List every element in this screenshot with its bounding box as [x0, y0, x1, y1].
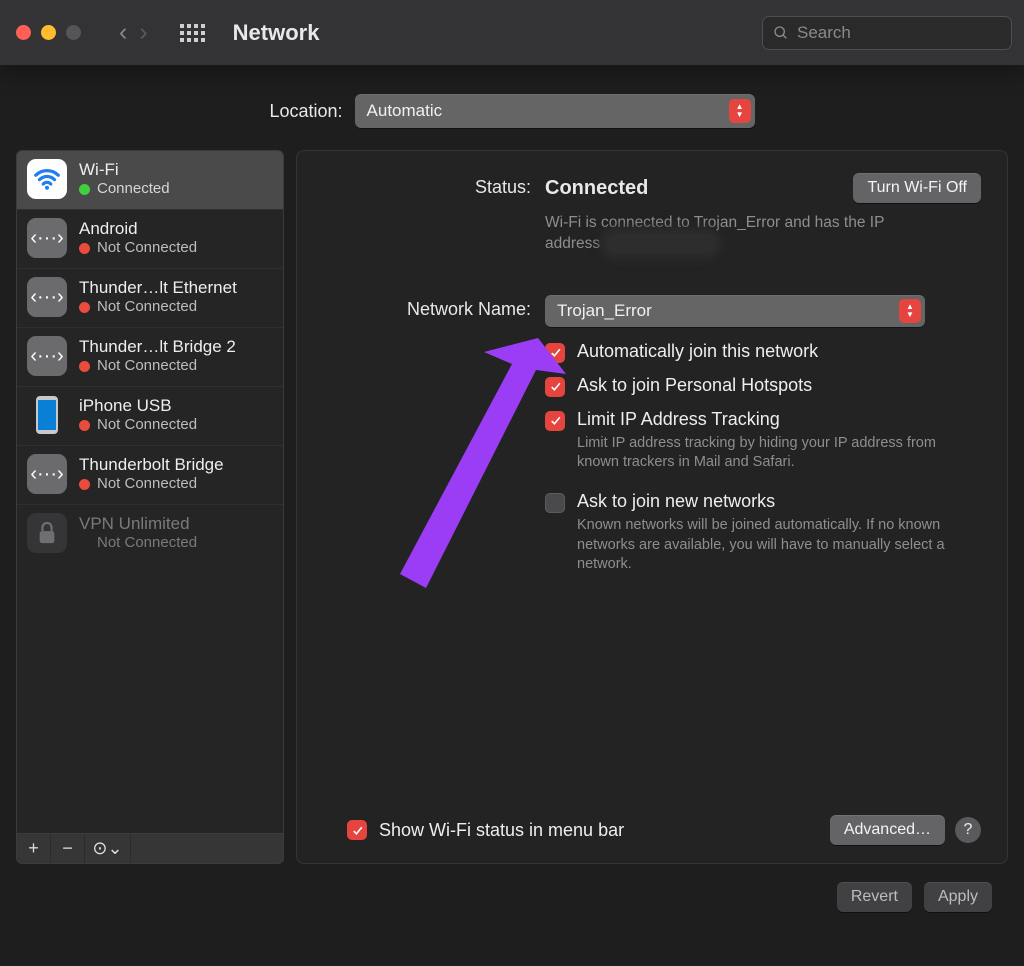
help-button[interactable]: ?: [955, 817, 981, 843]
remove-interface-button[interactable]: −: [51, 834, 85, 863]
sidebar-footer: + − ⊙⌄: [16, 834, 284, 864]
advanced-button[interactable]: Advanced…: [830, 815, 945, 845]
forward-button[interactable]: ›: [139, 20, 147, 45]
sidebar-item-android[interactable]: ‹···› Android Not Connected: [17, 209, 283, 268]
sidebar-item-wifi[interactable]: Wi-Fi Connected: [17, 151, 283, 209]
close-window-button[interactable]: [16, 25, 31, 40]
option-limit-ip[interactable]: Limit IP Address Tracking Limit IP addre…: [545, 409, 981, 473]
network-name-value: Trojan_Error: [557, 301, 652, 321]
option-ask-new[interactable]: Ask to join new networks Known networks …: [545, 491, 981, 575]
traffic-lights: [16, 25, 81, 40]
sidebar-item-status: Not Connected: [97, 534, 197, 552]
wifi-icon: [27, 159, 67, 199]
checkbox-icon[interactable]: [545, 377, 565, 397]
status-dot-icon: [79, 302, 90, 313]
ethernet-icon: ‹···›: [27, 277, 67, 317]
maximize-window-button[interactable]: [66, 25, 81, 40]
location-value: Automatic: [367, 101, 443, 121]
status-dot-icon: [79, 361, 90, 372]
detail-panel: Status: Connected Turn Wi-Fi Off Wi-Fi i…: [296, 150, 1008, 864]
interfaces-sidebar: Wi-Fi Connected ‹···› Android Not Connec…: [16, 150, 284, 864]
show-menu-checkbox[interactable]: [347, 820, 367, 840]
window-title: Network: [233, 20, 320, 46]
status-dot-icon: [79, 420, 90, 431]
option-description: Known networks will be joined automatica…: [577, 516, 963, 575]
lock-icon: [27, 513, 67, 553]
sidebar-item-label: Thunder…lt Ethernet: [79, 278, 237, 298]
iphone-icon: [27, 395, 67, 435]
sidebar-item-status: Not Connected: [97, 475, 197, 493]
checkbox-icon[interactable]: [545, 343, 565, 363]
sidebar-item-label: Thunderbolt Bridge: [79, 455, 224, 475]
ethernet-icon: ‹···›: [27, 336, 67, 376]
sidebar-item-label: Android: [79, 219, 197, 239]
status-row: Status: Connected Turn Wi-Fi Off Wi-Fi i…: [323, 173, 981, 255]
sidebar-item-vpn[interactable]: VPN Unlimited Not Connected: [17, 504, 283, 563]
apply-button[interactable]: Apply: [924, 882, 992, 912]
option-description: Limit IP address tracking by hiding your…: [577, 434, 963, 473]
search-icon: [773, 25, 789, 41]
sidebar-item-label: iPhone USB: [79, 396, 197, 416]
sidebar-item-status: Not Connected: [97, 239, 197, 257]
sidebar-item-label: Thunder…lt Bridge 2: [79, 337, 236, 357]
location-label: Location:: [269, 101, 342, 122]
network-name-label: Network Name:: [323, 295, 531, 320]
detail-footer: Show Wi-Fi status in menu bar Advanced… …: [323, 801, 981, 845]
sidebar-item-iphone-usb[interactable]: iPhone USB Not Connected: [17, 386, 283, 445]
add-interface-button[interactable]: +: [17, 834, 51, 863]
sidebar-item-status: Connected: [97, 180, 170, 198]
network-name-row: Network Name: Trojan_Error ▲▼ Automatica…: [323, 295, 981, 575]
redacted-ip: [606, 234, 716, 253]
sidebar-item-status: Not Connected: [97, 298, 197, 316]
location-row: Location: Automatic ▲▼: [16, 94, 1008, 128]
sidebar-item-label: VPN Unlimited: [79, 514, 197, 534]
status-dot-icon: [79, 479, 90, 490]
sidebar-item-label: Wi-Fi: [79, 160, 170, 180]
sidebar-item-thunderbolt-bridge[interactable]: ‹···› Thunderbolt Bridge Not Connected: [17, 445, 283, 504]
nav-buttons: ‹ ›: [119, 20, 148, 45]
status-label: Status:: [323, 173, 531, 198]
select-stepper-icon: ▲▼: [729, 99, 751, 123]
sidebar-item-status: Not Connected: [97, 357, 197, 375]
window-toolbar: ‹ › Network Search: [0, 0, 1024, 66]
option-ask-hotspot[interactable]: Ask to join Personal Hotspots: [545, 375, 981, 397]
show-menu-label: Show Wi-Fi status in menu bar: [379, 820, 624, 841]
option-label: Ask to join Personal Hotspots: [577, 375, 812, 396]
sidebar-item-status: Not Connected: [97, 416, 197, 434]
sidebar-item-thunderbolt-ethernet[interactable]: ‹···› Thunder…lt Ethernet Not Connected: [17, 268, 283, 327]
location-select[interactable]: Automatic ▲▼: [355, 94, 755, 128]
turn-wifi-off-button[interactable]: Turn Wi-Fi Off: [853, 173, 981, 203]
checkbox-icon[interactable]: [545, 411, 565, 431]
show-all-prefs-button[interactable]: [180, 24, 205, 42]
sidebar-item-thunderbolt-bridge-2[interactable]: ‹···› Thunder…lt Bridge 2 Not Connected: [17, 327, 283, 386]
interfaces-list[interactable]: Wi-Fi Connected ‹···› Android Not Connec…: [16, 150, 284, 834]
ethernet-icon: ‹···›: [27, 454, 67, 494]
select-stepper-icon: ▲▼: [899, 299, 921, 323]
revert-button[interactable]: Revert: [837, 882, 912, 912]
option-label: Automatically join this network: [577, 341, 818, 362]
window-footer: Revert Apply: [16, 864, 1008, 912]
status-value: Connected: [545, 177, 648, 200]
checkbox-icon[interactable]: [545, 493, 565, 513]
status-dot-icon: [79, 184, 90, 195]
status-dot-icon: [79, 243, 90, 254]
search-placeholder: Search: [797, 23, 851, 43]
back-button[interactable]: ‹: [119, 20, 127, 45]
option-auto-join[interactable]: Automatically join this network: [545, 341, 981, 363]
more-interface-button[interactable]: ⊙⌄: [85, 834, 131, 863]
minimize-window-button[interactable]: [41, 25, 56, 40]
network-name-select[interactable]: Trojan_Error ▲▼: [545, 295, 925, 327]
search-field[interactable]: Search: [762, 16, 1012, 50]
ethernet-icon: ‹···›: [27, 218, 67, 258]
option-label: Limit IP Address Tracking: [577, 409, 963, 430]
status-description: Wi-Fi is connected to Trojan_Error and h…: [545, 213, 935, 255]
option-label: Ask to join new networks: [577, 491, 963, 512]
